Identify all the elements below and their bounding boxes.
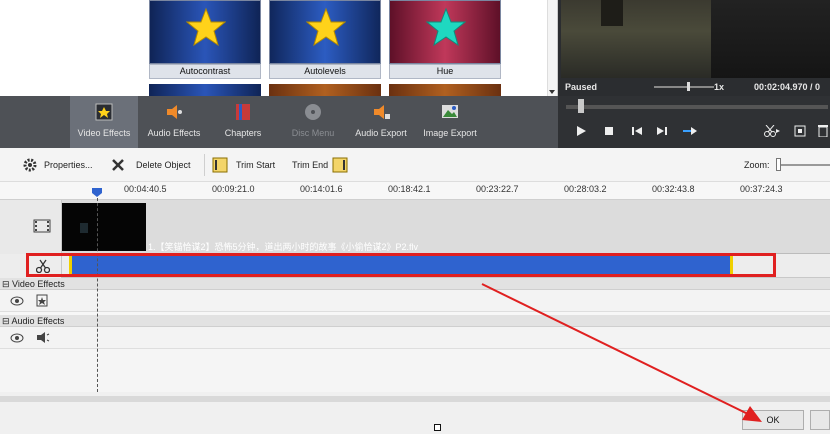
annotation-highlight-box xyxy=(26,253,776,277)
ruler-tick: 00:14:01.6 xyxy=(300,184,343,194)
time-readout: 00:02:04.970 / 0 xyxy=(754,82,821,92)
cancel-button[interactable] xyxy=(810,410,830,430)
trim-start-icon xyxy=(212,157,228,173)
timeline-empty-area xyxy=(0,349,830,392)
speed-slider[interactable] xyxy=(654,86,714,88)
gear-icon xyxy=(23,158,37,172)
effect-thumbnail xyxy=(149,0,261,64)
player-controls xyxy=(558,96,830,148)
scroll-down-icon[interactable] xyxy=(549,90,555,94)
speed-slider-handle[interactable] xyxy=(687,82,690,91)
effects-gallery: Autocontrast Autolevels Hue xyxy=(140,0,558,96)
trim-end-button[interactable]: Trim End xyxy=(292,156,352,174)
star-icon xyxy=(306,7,346,47)
ruler-tick: 00:09:21.0 xyxy=(212,184,255,194)
effect-tile-autolevels[interactable]: Autolevels xyxy=(269,0,381,80)
image-export-icon xyxy=(442,105,458,118)
video-effects-button[interactable]: Video Effects xyxy=(70,96,138,148)
main-toolbar: Video Effects Audio Effects Chapters Dis… xyxy=(0,96,558,148)
star-icon xyxy=(186,7,226,47)
effect-tile-autocontrast[interactable]: Autocontrast xyxy=(149,0,261,80)
ruler-tick: 00:32:43.8 xyxy=(652,184,695,194)
ruler-tick: 00:04:40.5 xyxy=(124,184,167,194)
chapters-icon xyxy=(236,104,250,120)
video-effects-icon xyxy=(95,103,113,121)
disc-menu-button[interactable]: Disc Menu xyxy=(280,96,346,148)
effect-label: Hue xyxy=(389,64,501,79)
seek-bar[interactable] xyxy=(566,105,828,109)
audio-effects-row xyxy=(0,327,830,349)
effect-label: Autocontrast xyxy=(149,64,261,79)
dialog-footer: OK xyxy=(0,392,830,434)
disc-menu-icon xyxy=(305,104,321,120)
trim-start-button[interactable]: Trim Start xyxy=(212,156,278,174)
image-export-button[interactable]: Image Export xyxy=(416,96,484,148)
zoom-slider[interactable] xyxy=(776,164,830,166)
effect-tile-partial[interactable] xyxy=(389,84,501,96)
ruler-tick: 00:37:24.3 xyxy=(740,184,783,194)
collapse-icon[interactable]: ⊟ xyxy=(2,279,12,289)
preview-status-bar: Paused 1x 00:02:04.970 / 0 xyxy=(558,78,830,96)
audio-export-icon xyxy=(374,105,390,119)
ok-button[interactable]: OK xyxy=(742,410,804,430)
playback-status: Paused xyxy=(565,82,598,92)
video-effects-group-header[interactable]: ⊟ Video Effects xyxy=(0,278,830,290)
effect-tile-partial[interactable] xyxy=(269,84,381,96)
audio-effect-track-icon xyxy=(37,332,50,343)
zoom-label: Zoom: xyxy=(744,160,770,170)
film-icon xyxy=(33,219,51,233)
video-effect-track-icon xyxy=(36,294,48,307)
next-frame-icon[interactable] xyxy=(657,127,667,135)
audio-export-button[interactable]: Audio Export xyxy=(348,96,414,148)
delete-object-button[interactable]: Delete Object xyxy=(112,156,202,174)
resize-handle[interactable] xyxy=(434,424,441,431)
ruler-tick: 00:23:22.7 xyxy=(476,184,519,194)
previous-frame-icon[interactable] xyxy=(632,127,642,135)
effect-thumbnail xyxy=(389,0,501,64)
ruler-tick: 00:28:03.2 xyxy=(564,184,607,194)
ruler-tick: 00:18:42.1 xyxy=(388,184,431,194)
gallery-scrollbar[interactable] xyxy=(547,0,557,96)
trim-end-icon xyxy=(332,157,348,173)
effect-thumbnail xyxy=(269,0,381,64)
audio-effects-group-header[interactable]: ⊟ Audio Effects xyxy=(0,315,830,327)
effect-tile-partial[interactable] xyxy=(149,84,261,96)
preview-panel: Paused 1x 00:02:04.970 / 0 xyxy=(558,0,830,96)
effect-label: Autolevels xyxy=(269,64,381,79)
video-clip-title: 1.【笑锚恰谋2】恐怖5分钟，道出两小时的故事《小偷恰谋2》P2.flv xyxy=(148,242,419,252)
delete-icon[interactable] xyxy=(818,125,828,137)
play-icon[interactable] xyxy=(576,126,586,136)
preview-video xyxy=(561,0,830,78)
timeline-scrollbar[interactable] xyxy=(0,396,830,402)
timeline-ruler[interactable]: 00:04:40.5 00:09:21.0 00:14:01.6 00:18:4… xyxy=(0,182,830,200)
eye-icon[interactable] xyxy=(10,333,24,343)
stop-icon[interactable] xyxy=(605,127,613,135)
chapters-button[interactable]: Chapters xyxy=(210,96,276,148)
seek-handle[interactable] xyxy=(578,99,584,113)
collapse-icon[interactable]: ⊟ xyxy=(2,316,12,326)
audio-effects-icon xyxy=(167,105,182,119)
effect-tile-hue[interactable]: Hue xyxy=(389,0,501,80)
cut-icon[interactable] xyxy=(764,125,780,137)
effects-category-panel xyxy=(0,0,140,96)
properties-button[interactable]: Properties... xyxy=(22,156,102,174)
zoom-slider-handle[interactable] xyxy=(776,158,781,171)
playback-speed: 1x xyxy=(714,82,725,92)
star-icon xyxy=(426,7,466,47)
video-clip-thumbnail[interactable] xyxy=(62,203,146,251)
audio-effects-button[interactable]: Audio Effects xyxy=(140,96,208,148)
video-track-header xyxy=(0,200,62,254)
snapshot-icon[interactable] xyxy=(794,125,806,137)
edit-toolbar: Properties... Delete Object Trim Start T… xyxy=(0,148,830,182)
playhead-line xyxy=(97,188,98,392)
go-to-end-icon[interactable] xyxy=(683,127,699,135)
video-effects-row xyxy=(0,290,830,312)
close-icon xyxy=(112,159,124,171)
eye-icon[interactable] xyxy=(10,296,24,306)
video-track: 1.【笑锚恰谋2】恐怖5分钟，道出两小时的故事《小偷恰谋2》P2.flv xyxy=(0,200,830,254)
